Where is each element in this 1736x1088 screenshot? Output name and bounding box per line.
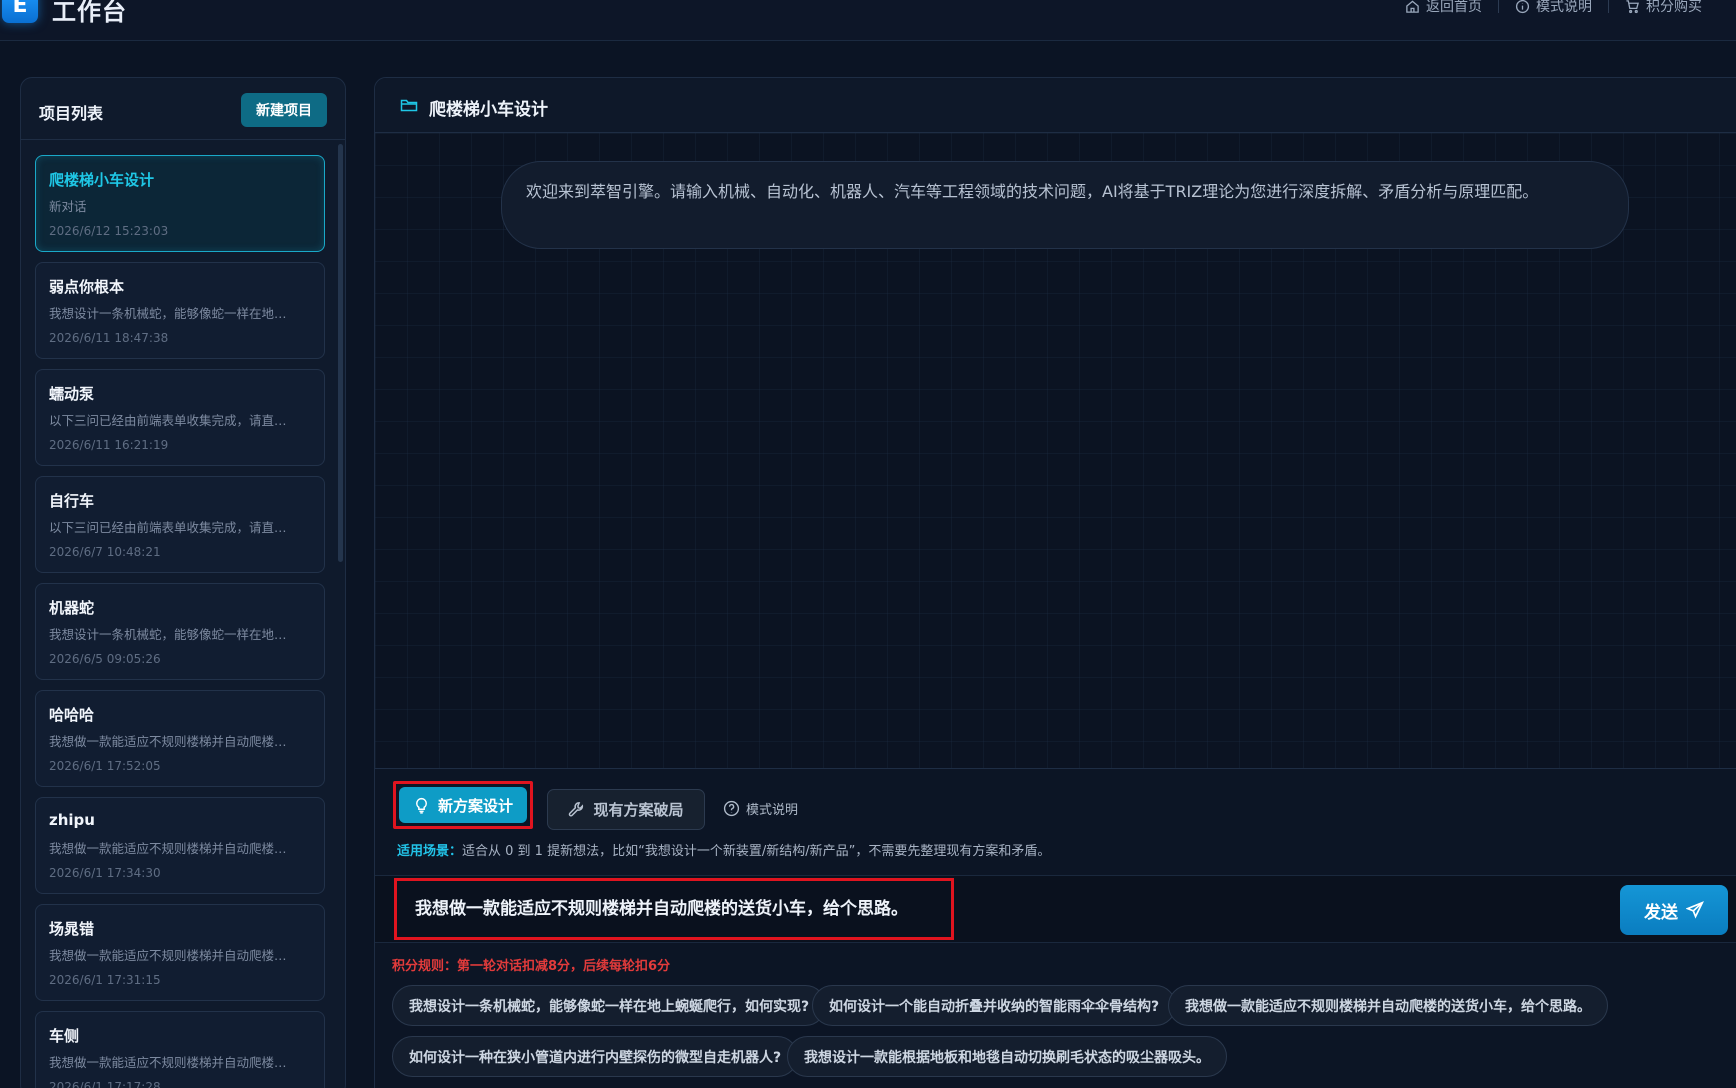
scenario-hint: 适用场景：适合从 0 到 1 提新想法，比如“我想设计一个新装置/新结构/新产品… — [397, 840, 1050, 859]
sidebar-header: 项目列表 新建项目 — [21, 78, 345, 140]
help-icon — [723, 800, 740, 817]
send-button[interactable]: 发送 — [1620, 885, 1728, 935]
sidebar-title: 项目列表 — [39, 104, 104, 123]
project-time: 2026/6/11 16:21:19 — [49, 438, 169, 452]
lightbulb-icon — [416, 797, 427, 814]
mode-new-design-button[interactable]: 新方案设计 — [393, 781, 533, 829]
project-sidebar: 项目列表 新建项目 爬楼梯小车设计 新对话 2026/6/12 15:23:03… — [20, 77, 346, 1088]
project-name: 自行车 — [49, 492, 95, 510]
buy-points-link[interactable]: 积分购买 — [1609, 0, 1718, 16]
app-logo: E — [2, 0, 38, 23]
project-time: 2026/6/1 17:52:05 — [49, 759, 161, 773]
project-time: 2026/6/1 17:31:15 — [49, 973, 161, 987]
info-icon — [1515, 0, 1530, 13]
chat-message-area: 欢迎来到萃智引擎。请输入机械、自动化、机器人、汽车等工程领域的技术问题，AI将基… — [375, 133, 1736, 769]
project-item[interactable]: 弱点你根本 我想设计一条机械蛇，能够像蛇一样在地… 2026/6/11 18:4… — [35, 262, 325, 359]
new-project-button[interactable]: 新建项目 — [241, 93, 327, 127]
project-desc: 我想做一款能适应不规则楼梯并自动爬楼… — [49, 841, 287, 856]
cart-icon — [1626, 0, 1639, 13]
project-time: 2026/6/1 17:34:30 — [49, 866, 161, 880]
project-name: 弱点你根本 — [49, 278, 125, 296]
project-desc: 我想设计一条机械蛇，能够像蛇一样在地… — [49, 306, 287, 321]
project-name: 机器蛇 — [49, 599, 95, 617]
mode-help-link-label: 模式说明 — [1536, 0, 1592, 15]
mode-help-link[interactable]: 模式说明 — [1499, 0, 1608, 16]
suggestion-chip[interactable]: 如何设计一种在狭小管道内进行内壁探伤的微型自走机器人? — [392, 1036, 799, 1077]
project-name: 车侧 — [49, 1027, 80, 1045]
mode-new-design-label: 新方案设计 — [437, 796, 513, 815]
chat-panel: 爬楼梯小车设计 欢迎来到萃智引擎。请输入机械、自动化、机器人、汽车等工程领域的技… — [374, 77, 1736, 1088]
buy-points-link-label: 积分购买 — [1646, 0, 1702, 15]
mode-help-button[interactable]: 模式说明 — [723, 799, 798, 818]
suggestion-chip[interactable]: 我想做一款能适应不规则楼梯并自动爬楼的送货小车，给个思路。 — [1168, 985, 1608, 1026]
mode-help-label: 模式说明 — [746, 803, 799, 818]
project-list: 爬楼梯小车设计 新对话 2026/6/12 15:23:03 弱点你根本 我想设… — [35, 155, 325, 1088]
project-name: zhipu — [49, 811, 95, 829]
home-icon — [1406, 0, 1419, 13]
project-name: 哈哈哈 — [49, 706, 95, 724]
mode-existing-breakthrough-button[interactable]: 现有方案破局 — [547, 789, 705, 830]
project-item[interactable]: zhipu 我想做一款能适应不规则楼梯并自动爬楼… 2026/6/1 17:34… — [35, 797, 325, 894]
sidebar-scrollbar[interactable] — [338, 144, 343, 562]
project-item[interactable]: 场晁错 我想做一款能适应不规则楼梯并自动爬楼… 2026/6/1 17:31:1… — [35, 904, 325, 1001]
mode-new-design-inner: 新方案设计 — [399, 787, 527, 823]
home-link[interactable]: 返回首页 — [1389, 0, 1498, 16]
project-item[interactable]: 哈哈哈 我想做一款能适应不规则楼梯并自动爬楼… 2026/6/1 17:52:0… — [35, 690, 325, 787]
scenario-label: 适用场景： — [397, 844, 463, 859]
project-desc: 以下三问已经由前端表单收集完成，请直… — [49, 413, 287, 428]
top-bar: E 工作台 返回首页 模式说明 积分购买 — [0, 0, 1736, 41]
project-item[interactable]: 蠕动泵 以下三问已经由前端表单收集完成，请直… 2026/6/11 16:21:… — [35, 369, 325, 466]
project-desc: 我想做一款能适应不规则楼梯并自动爬楼… — [49, 1055, 287, 1070]
top-nav: 返回首页 模式说明 积分购买 — [1389, 0, 1718, 16]
project-name: 爬楼梯小车设计 — [49, 171, 155, 189]
project-name: 蠕动泵 — [49, 385, 95, 403]
send-icon — [1686, 901, 1704, 919]
scenario-text: 适合从 0 到 1 提新想法，比如“我想设计一个新装置/新结构/新产品”，不需要… — [462, 844, 1051, 859]
project-desc: 新对话 — [49, 199, 87, 214]
suggestion-chip[interactable]: 如何设计一个能自动折叠并收纳的智能雨伞伞骨结构? — [812, 985, 1177, 1026]
mode-selector: 新方案设计 现有方案破局 模式说明 — [393, 781, 1093, 830]
app-title: 工作台 — [52, 0, 127, 26]
suggestion-chip[interactable]: 我想设计一款能根据地板和地毯自动切换刷毛状态的吸尘器吸头。 — [787, 1036, 1227, 1077]
points-rule: 积分规则：第一轮对话扣减8分，后续每轮扣6分 — [392, 959, 671, 974]
project-item[interactable]: 车侧 我想做一款能适应不规则楼梯并自动爬楼… 2026/6/1 17:17:28 — [35, 1011, 325, 1088]
wrench-icon — [569, 802, 584, 817]
project-desc: 我想做一款能适应不规则楼梯并自动爬楼… — [49, 734, 287, 749]
project-time: 2026/6/5 09:05:26 — [49, 652, 161, 666]
project-item[interactable]: 爬楼梯小车设计 新对话 2026/6/12 15:23:03 — [35, 155, 325, 252]
home-link-label: 返回首页 — [1426, 0, 1482, 15]
chat-header: 爬楼梯小车设计 — [375, 78, 1736, 133]
suggestion-chip[interactable]: 我想设计一条机械蛇，能够像蛇一样在地上蜿蜒爬行，如何实现? — [392, 985, 827, 1026]
chat-input[interactable] — [415, 896, 935, 916]
project-item[interactable]: 机器蛇 我想设计一条机械蛇，能够像蛇一样在地… 2026/6/5 09:05:2… — [35, 583, 325, 680]
project-item[interactable]: 自行车 以下三问已经由前端表单收集完成，请直… 2026/6/7 10:48:2… — [35, 476, 325, 573]
folder-icon — [400, 99, 418, 112]
send-button-label: 发送 — [1644, 902, 1678, 923]
page-title: 爬楼梯小车设计 — [429, 100, 548, 120]
welcome-message: 欢迎来到萃智引擎。请输入机械、自动化、机器人、汽车等工程领域的技术问题，AI将基… — [501, 161, 1629, 249]
project-time: 2026/6/7 10:48:21 — [49, 545, 161, 559]
project-desc: 我想做一款能适应不规则楼梯并自动爬楼… — [49, 948, 287, 963]
project-name: 场晁错 — [49, 920, 95, 938]
chat-input-bar: 发送 — [375, 875, 1736, 943]
project-desc: 我想设计一条机械蛇，能够像蛇一样在地… — [49, 627, 287, 642]
project-desc: 以下三问已经由前端表单收集完成，请直… — [49, 520, 287, 535]
project-time: 2026/6/12 15:23:03 — [49, 224, 169, 238]
project-time: 2026/6/11 18:47:38 — [49, 331, 169, 345]
project-time: 2026/6/1 17:17:28 — [49, 1080, 161, 1088]
mode-existing-label: 现有方案破局 — [593, 801, 684, 819]
